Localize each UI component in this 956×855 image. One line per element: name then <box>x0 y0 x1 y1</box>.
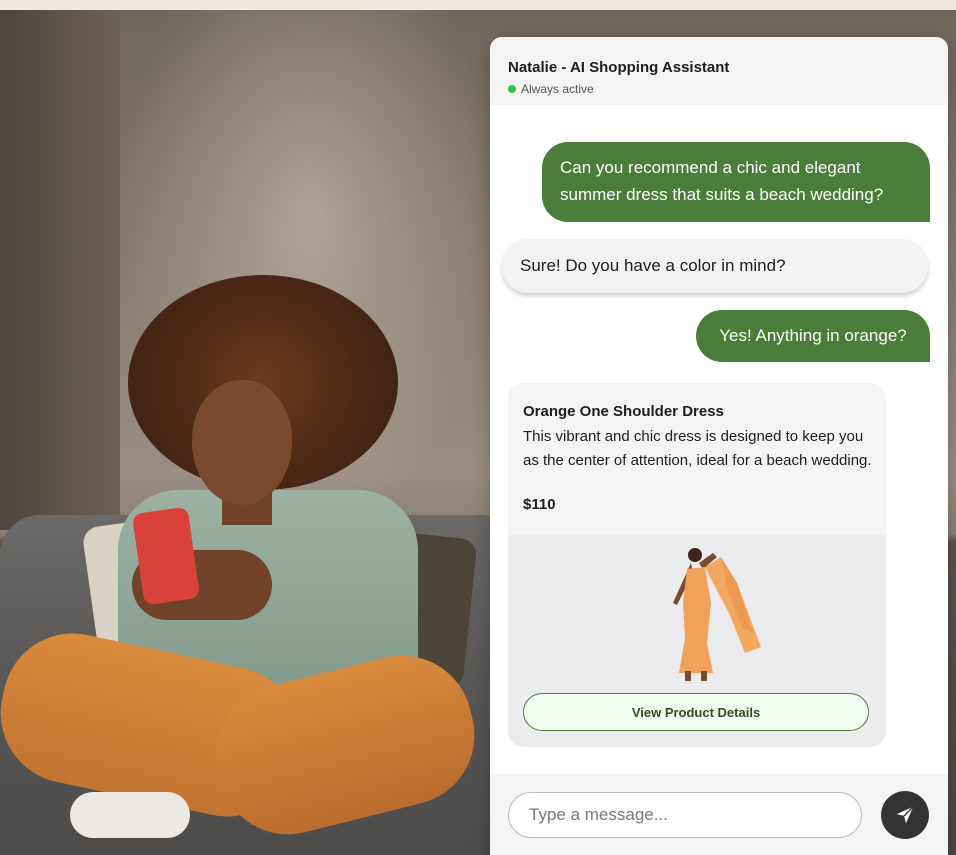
product-image[interactable] <box>633 543 773 683</box>
product-image-area: View Product Details <box>508 535 886 747</box>
status-text: Always active <box>521 82 594 96</box>
person-face <box>192 380 292 505</box>
user-message: Yes! Anything in orange? <box>696 310 930 362</box>
chat-header: Natalie - AI Shopping Assistant Always a… <box>490 37 948 105</box>
send-button[interactable] <box>881 791 929 839</box>
agent-name: Natalie - AI Shopping Assistant <box>508 59 730 76</box>
product-description: This vibrant and chic dress is designed … <box>523 428 872 469</box>
online-dot-icon <box>508 85 516 93</box>
assistant-message: Sure! Do you have a color in mind? <box>502 239 928 293</box>
message-input[interactable] <box>508 792 862 838</box>
background-door <box>0 10 120 530</box>
product-title: Orange One Shoulder Dress <box>523 403 724 420</box>
status-indicator: Always active <box>508 82 594 96</box>
person-sock <box>70 792 190 838</box>
chat-widget: Natalie - AI Shopping Assistant Always a… <box>490 37 948 855</box>
view-product-details-button[interactable]: View Product Details <box>523 693 869 731</box>
send-icon <box>896 806 914 824</box>
user-message: Can you recommend a chic and elegant sum… <box>542 142 930 222</box>
product-card: Orange One Shoulder Dress This vibrant a… <box>508 383 886 747</box>
product-price: $110 <box>523 496 556 513</box>
message-composer <box>490 774 948 855</box>
